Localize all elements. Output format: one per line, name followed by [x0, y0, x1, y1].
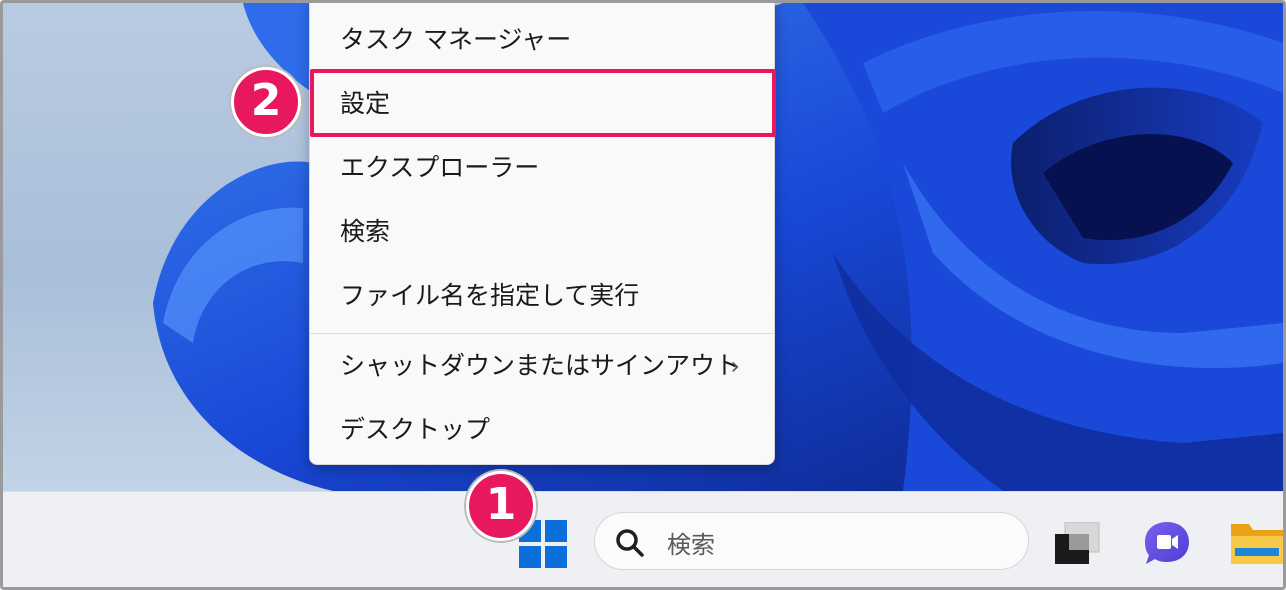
task-view-icon[interactable] — [1055, 521, 1101, 564]
menu-item-shutdown-label: シャットダウンまたはサインアウト — [340, 351, 741, 380]
menu-item-shutdown[interactable]: シャットダウンまたはサインアウト › — [314, 338, 770, 394]
step-2-badge: 2 — [231, 67, 301, 137]
taskbar: 検索 — [3, 491, 1283, 587]
menu-item-explorer[interactable]: エクスプローラー — [314, 140, 770, 196]
step-1-badge: 1 — [466, 471, 536, 541]
file-explorer-icon[interactable] — [1231, 520, 1283, 564]
menu-item-task-manager[interactable]: タスク マネージャー — [314, 12, 770, 68]
menu-item-desktop[interactable]: デスクトップ — [314, 402, 770, 458]
menu-item-run[interactable]: ファイル名を指定して実行 — [314, 268, 770, 324]
taskbar-search-box[interactable]: 検索 — [594, 512, 1029, 570]
chevron-right-icon: › — [730, 352, 740, 380]
menu-item-search[interactable]: 検索 — [314, 204, 770, 260]
menu-separator — [310, 333, 774, 334]
screenshot-frame: タスク マネージャー 設定 エクスプローラー 検索 ファイル名を指定して実行 シ… — [0, 0, 1286, 590]
search-placeholder: 検索 — [667, 531, 715, 559]
settings-highlight-box — [310, 69, 776, 137]
search-icon — [616, 529, 644, 557]
teams-chat-icon[interactable] — [1143, 520, 1191, 566]
